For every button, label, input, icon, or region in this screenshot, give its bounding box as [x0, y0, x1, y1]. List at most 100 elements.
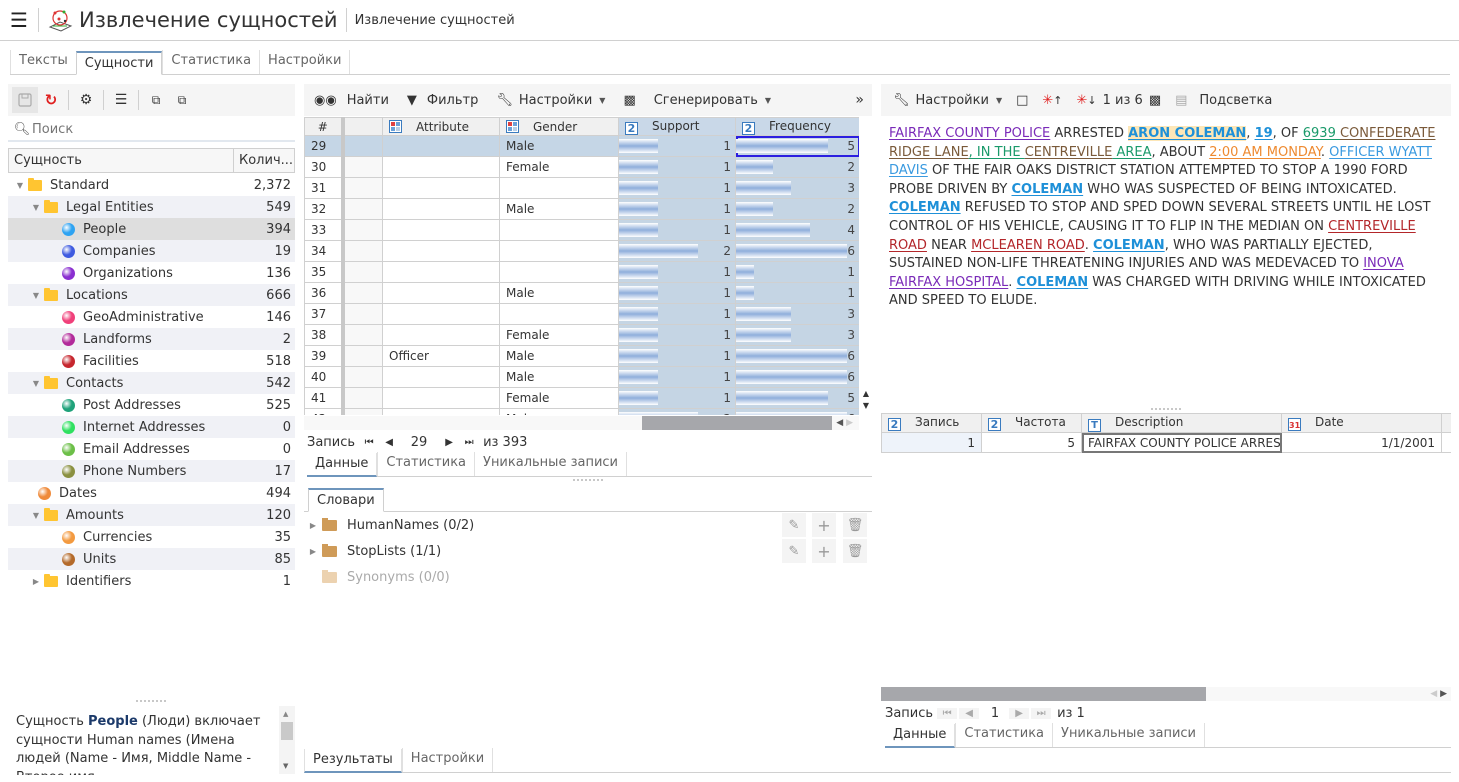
more-button[interactable]: »	[855, 92, 864, 108]
cell-support[interactable]: 1	[618, 282, 736, 304]
table-row[interactable]: 29 Male 1 5	[304, 135, 859, 157]
first-record-button[interactable]: ⏮︎	[937, 707, 958, 719]
save-button[interactable]	[12, 87, 38, 113]
cell-frequency[interactable]: 3	[735, 177, 859, 199]
add-button[interactable]: +	[812, 513, 836, 537]
cell-attribute[interactable]	[382, 261, 500, 283]
cell-frequency[interactable]: 3	[735, 324, 859, 346]
grid-horizontal-scrollbar[interactable]: ◀ ▶	[304, 416, 859, 430]
cell-frequency[interactable]: 1	[735, 261, 859, 283]
tab-results[interactable]: Результаты	[304, 749, 402, 773]
cell-support[interactable]: 1	[618, 387, 736, 409]
cell-gender[interactable]	[499, 261, 619, 283]
tree-item[interactable]: ▼ Legal Entities 549	[8, 196, 295, 218]
scroll-up-icon[interactable]: ▲	[283, 710, 288, 718]
entity-highlight[interactable]: AREA	[1112, 145, 1151, 160]
entity-highlight[interactable]: COLEMAN	[889, 200, 961, 215]
tree-item[interactable]: ▼ Amounts 120	[8, 504, 295, 526]
entity-highlight[interactable]: , IN THE	[969, 145, 1025, 160]
scroll-left-right-icon[interactable]: ◀ ▶	[836, 416, 853, 430]
cell-gender[interactable]: Female	[499, 156, 619, 178]
scroll-left-right-icon[interactable]: ◀ ▶	[1430, 687, 1447, 701]
cell-frequency[interactable]: 5	[735, 387, 859, 409]
cell-frequency[interactable]: 2	[735, 198, 859, 220]
tab-statistics[interactable]: Статистика	[377, 452, 474, 476]
tab-settings[interactable]: Настройки	[401, 748, 494, 772]
cell-frequency[interactable]: 3	[735, 303, 859, 325]
cell-support[interactable]: 1	[618, 324, 736, 346]
tab-unique-records[interactable]: Уникальные записи	[474, 452, 627, 476]
cell-gender[interactable]: Male	[499, 198, 619, 220]
cell-gender[interactable]	[499, 240, 619, 262]
tab-dictionaries[interactable]: Словари	[308, 488, 384, 512]
table-row[interactable]: 38 Female 1 3	[304, 324, 859, 346]
cell-frequency[interactable]: 2	[735, 156, 859, 178]
cell-gender[interactable]: Male	[499, 345, 619, 367]
last-record-button[interactable]: ⏭︎	[459, 437, 479, 448]
cell-frequency[interactable]: 6	[735, 408, 859, 415]
cell-frequency[interactable]: 6	[735, 240, 859, 262]
tree-item[interactable]: Facilities 518	[8, 350, 295, 372]
tree-item[interactable]: Phone Numbers 17	[8, 460, 295, 482]
tree-item[interactable]: Post Addresses 525	[8, 394, 295, 416]
scrollbar-thumb[interactable]	[642, 416, 832, 430]
cell-support[interactable]: 1	[618, 345, 736, 367]
table-row[interactable]: 31 1 3	[304, 177, 859, 199]
settings-dropdown[interactable]: 🔧︎ Настройки ▼	[496, 93, 605, 108]
delete-button[interactable]: 🗑︎	[843, 539, 867, 563]
cell-support[interactable]: 1	[618, 303, 736, 325]
description-scrollbar[interactable]: ▲ ▼	[279, 706, 295, 774]
search-input[interactable]	[32, 121, 282, 137]
cell-row-number[interactable]: 38	[304, 324, 343, 346]
cell-attribute[interactable]: Officer	[382, 345, 500, 367]
next-record-button[interactable]: ▶	[1009, 707, 1030, 719]
cell-gender[interactable]: Male	[499, 282, 619, 304]
table-row[interactable]: 41 Female 1 5	[304, 387, 859, 409]
column-header-num[interactable]: #	[304, 117, 343, 136]
column-header-attribute[interactable]: Attribute	[382, 117, 500, 136]
cell-attribute[interactable]	[382, 240, 500, 262]
table-row[interactable]: 40 Male 1 6	[304, 366, 859, 388]
cell-frequency[interactable]: 5	[735, 135, 859, 157]
cell-support[interactable]: 1	[618, 366, 736, 388]
tree-item[interactable]: ▶ Identifiers 1	[8, 570, 295, 592]
table-row[interactable]: 32 Male 1 2	[304, 198, 859, 220]
table-row[interactable]: 42 Male 2 6	[304, 408, 859, 415]
current-record-input[interactable]: 29	[399, 435, 439, 450]
tab-statistics[interactable]: Статистика	[955, 723, 1052, 747]
scrollbar-thumb[interactable]	[881, 687, 1206, 701]
grid-vertical-scrollbar[interactable]: ▲ ▼	[860, 388, 872, 414]
entity-highlight[interactable]: COLEMAN	[1017, 275, 1089, 290]
cell-frequency[interactable]: 6	[735, 366, 859, 388]
caret-down-icon[interactable]: ▼	[30, 379, 42, 388]
cell-frequency[interactable]: 5	[981, 432, 1082, 453]
table-row[interactable]: 35 1 1	[304, 261, 859, 283]
find-button[interactable]: ◉◉ Найти	[314, 93, 389, 108]
scroll-down-icon[interactable]: ▼	[860, 400, 872, 412]
cell-support[interactable]: 1	[618, 156, 736, 178]
entity-highlight[interactable]: ARON COLEMAN	[1128, 126, 1247, 141]
entity-highlight[interactable]: 2:00 AM MONDAY	[1209, 145, 1321, 160]
scroll-down-icon[interactable]: ▼	[283, 762, 288, 770]
caret-down-icon[interactable]: ▼	[30, 291, 42, 300]
edit-button[interactable]: ✎	[782, 539, 806, 563]
table-row[interactable]: 1 5 FAIRFAX COUNTY POLICE ARRESTED ARON …	[881, 432, 1451, 453]
tab-texts[interactable]: Тексты	[10, 50, 76, 74]
highlight-button[interactable]: ▤ Подсветка	[1175, 93, 1272, 108]
cell-attribute[interactable]	[382, 177, 500, 199]
tree-item[interactable]: Organizations 136	[8, 262, 295, 284]
cell-record[interactable]: 1	[881, 432, 982, 453]
tree-item[interactable]: Dates 494	[8, 482, 295, 504]
cell-support[interactable]: 1	[618, 177, 736, 199]
entity-highlight[interactable]: 19	[1255, 126, 1273, 141]
column-header-frequency[interactable]: 2 Frequency	[735, 117, 859, 136]
cell-attribute[interactable]	[382, 156, 500, 178]
cell-frequency[interactable]: 4	[735, 219, 859, 241]
cell-support[interactable]: 1	[618, 219, 736, 241]
list-view-button[interactable]: ☰	[108, 87, 134, 113]
caret-down-icon[interactable]: ▼	[30, 203, 42, 212]
splitter-handle[interactable]	[136, 700, 166, 704]
cell-row-number[interactable]: 34	[304, 240, 343, 262]
next-record-button[interactable]: ▶	[439, 437, 459, 448]
tree-item[interactable]: Email Addresses 0	[8, 438, 295, 460]
